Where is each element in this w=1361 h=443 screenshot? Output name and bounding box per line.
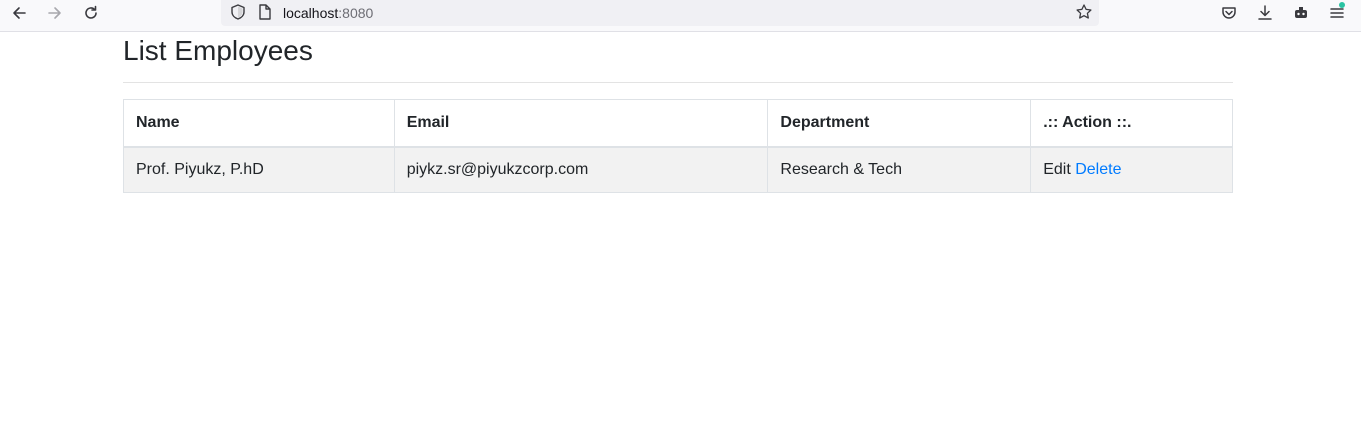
page-title: List Employees xyxy=(123,35,313,66)
cell-action: Edit Delete xyxy=(1030,146,1233,193)
pocket-button[interactable] xyxy=(1215,0,1243,26)
back-button[interactable] xyxy=(5,0,33,26)
shield-icon[interactable] xyxy=(229,3,247,21)
edit-link[interactable]: Edit xyxy=(1043,161,1071,178)
address-bar[interactable]: localhost:8080 xyxy=(221,0,1099,26)
cell-name: Prof. Piyukz, P.hD xyxy=(123,146,395,193)
url-port: :8080 xyxy=(338,5,374,21)
table-body: Prof. Piyukz, P.hD piykz.sr@piyukzcorp.c… xyxy=(123,146,1233,193)
cell-email: piykz.sr@piyukzcorp.com xyxy=(393,146,769,193)
pocket-icon xyxy=(1222,7,1236,19)
column-header-department: Department xyxy=(767,99,1032,148)
url-text[interactable]: localhost:8080 xyxy=(283,5,373,21)
robot-icon xyxy=(1295,7,1307,18)
menu-button[interactable] xyxy=(1323,0,1351,26)
url-host: localhost xyxy=(283,5,339,21)
cell-department: Research & Tech xyxy=(767,146,1032,193)
browser-toolbar: localhost:8080 xyxy=(0,0,1361,32)
downloads-button[interactable] xyxy=(1251,0,1279,26)
notification-dot xyxy=(1339,2,1345,8)
arrow-left-icon xyxy=(13,7,26,19)
column-header-email: Email xyxy=(393,99,769,148)
column-header-action: .:: Action ::. xyxy=(1030,99,1233,148)
download-icon xyxy=(1258,5,1272,20)
forward-button[interactable] xyxy=(41,0,69,26)
table-header-row: Name Email Department .:: Action ::. xyxy=(123,99,1233,148)
arrow-right-icon xyxy=(48,7,61,19)
star-icon[interactable] xyxy=(1075,3,1093,21)
table-header: Name Email Department .:: Action ::. xyxy=(123,99,1233,148)
table-row: Prof. Piyukz, P.hD piykz.sr@piyukzcorp.c… xyxy=(123,146,1233,193)
employees-table: Name Email Department .:: Action ::. Pro… xyxy=(123,99,1233,193)
reload-icon xyxy=(85,5,97,19)
reload-button[interactable] xyxy=(77,0,105,26)
column-header-name: Name xyxy=(123,99,395,148)
page-icon xyxy=(259,4,271,20)
extension-button[interactable] xyxy=(1287,0,1315,26)
delete-link[interactable]: Delete xyxy=(1075,161,1121,178)
title-divider xyxy=(123,82,1233,83)
